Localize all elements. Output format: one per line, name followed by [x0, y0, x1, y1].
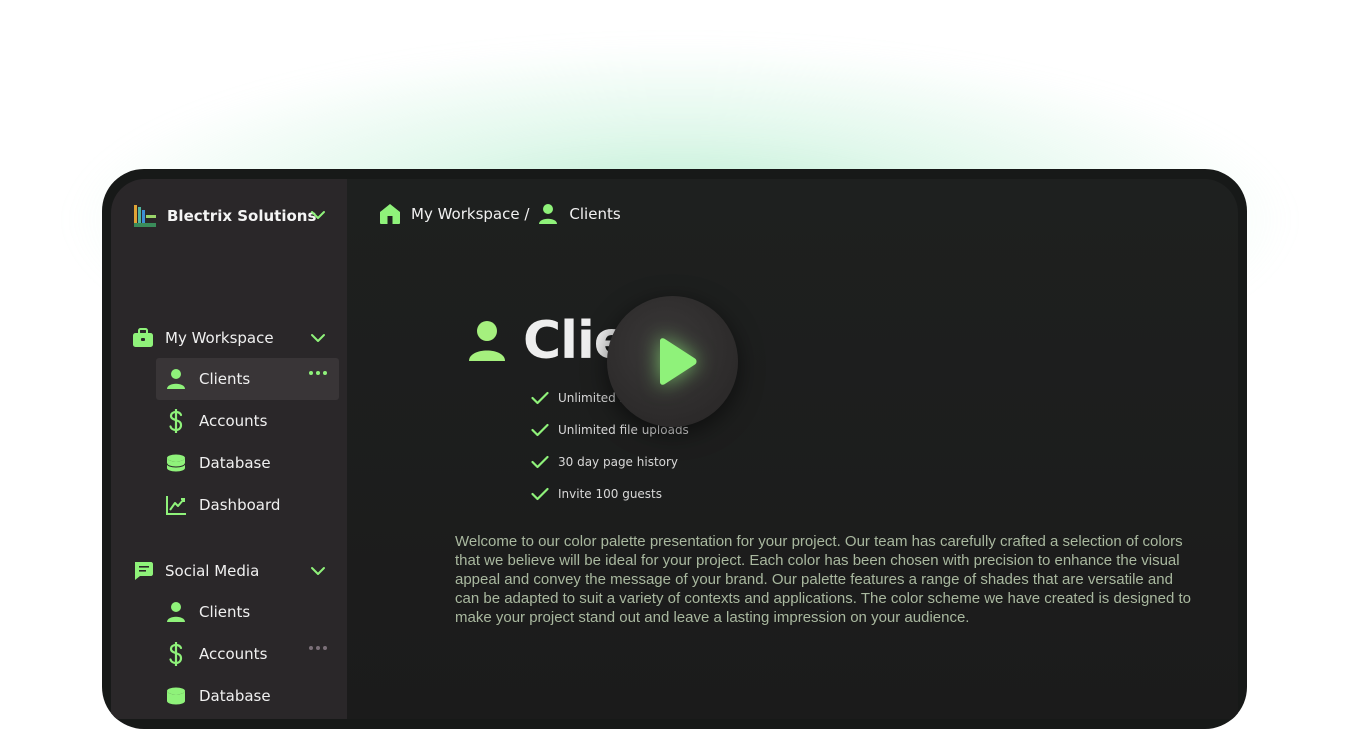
feature-label: Invite 100 guests — [558, 487, 663, 501]
device-frame: Blectrix Solutions My Workspace Clients … — [102, 169, 1247, 729]
play-icon — [659, 337, 696, 385]
user-icon — [469, 321, 505, 361]
org-name: Blectrix Solutions — [167, 207, 317, 225]
sidebar-item-clients[interactable]: Clients — [156, 591, 339, 633]
chat-icon — [135, 562, 153, 580]
sidebar-item-clients[interactable]: Clients — [156, 358, 339, 400]
user-icon — [165, 368, 187, 390]
sidebar: Blectrix Solutions My Workspace Clients … — [111, 179, 347, 719]
dollar-icon — [165, 642, 187, 666]
sidebar-item-label: Database — [199, 687, 271, 705]
sidebar-item-label: Clients — [199, 370, 251, 388]
user-icon — [539, 204, 558, 224]
database-icon — [165, 452, 187, 474]
check-icon — [531, 391, 549, 405]
user-icon — [165, 601, 187, 623]
chevron-down-icon[interactable] — [310, 207, 326, 223]
org-logo-icon — [134, 205, 156, 227]
sidebar-group-social-media[interactable]: Social Media — [132, 556, 259, 586]
more-options-icon[interactable] — [309, 371, 327, 375]
sidebar-item-label: Dashboard — [199, 496, 281, 514]
sidebar-item-label: Accounts — [199, 645, 268, 663]
database-icon — [165, 685, 187, 707]
sidebar-item-label: Accounts — [199, 412, 268, 430]
org-switcher[interactable]: Blectrix Solutions — [132, 201, 316, 231]
sidebar-item-database[interactable]: Database — [156, 442, 339, 484]
dollar-icon — [165, 409, 187, 433]
main-content: My Workspace / Clients Clients Unlimited… — [347, 179, 1238, 719]
chevron-down-icon[interactable] — [310, 330, 326, 346]
play-video-button[interactable] — [607, 296, 738, 427]
sidebar-item-database[interactable]: Database — [156, 675, 339, 717]
sidebar-item-accounts[interactable]: Accounts — [156, 400, 339, 442]
feature-item: 30 day page history — [531, 455, 678, 469]
check-icon — [531, 423, 549, 437]
check-icon — [531, 455, 549, 469]
chevron-down-icon[interactable] — [310, 563, 326, 579]
feature-item: Invite 100 guests — [531, 487, 662, 501]
briefcase-icon — [133, 328, 153, 347]
sidebar-item-label: Database — [199, 454, 271, 472]
feature-label: 30 day page history — [558, 455, 679, 469]
sidebar-group-my-workspace[interactable]: My Workspace — [132, 323, 274, 353]
breadcrumb-home-link[interactable]: My Workspace / — [411, 205, 529, 223]
check-icon — [531, 487, 549, 501]
home-icon[interactable] — [379, 203, 401, 225]
more-options-icon[interactable] — [309, 646, 327, 650]
sidebar-item-accounts[interactable]: Accounts — [156, 633, 339, 675]
breadcrumb-current: Clients — [569, 205, 621, 223]
breadcrumb: My Workspace / Clients — [379, 203, 621, 225]
chart-icon — [165, 494, 187, 516]
app-screen: Blectrix Solutions My Workspace Clients … — [111, 179, 1238, 719]
sidebar-item-label: Clients — [199, 603, 251, 621]
sidebar-group-label: Social Media — [165, 562, 260, 580]
sidebar-item-dashboard[interactable]: Dashboard — [156, 484, 339, 526]
page-description: Welcome to our color palette presentatio… — [455, 533, 1192, 626]
sidebar-group-label: My Workspace — [165, 329, 274, 347]
